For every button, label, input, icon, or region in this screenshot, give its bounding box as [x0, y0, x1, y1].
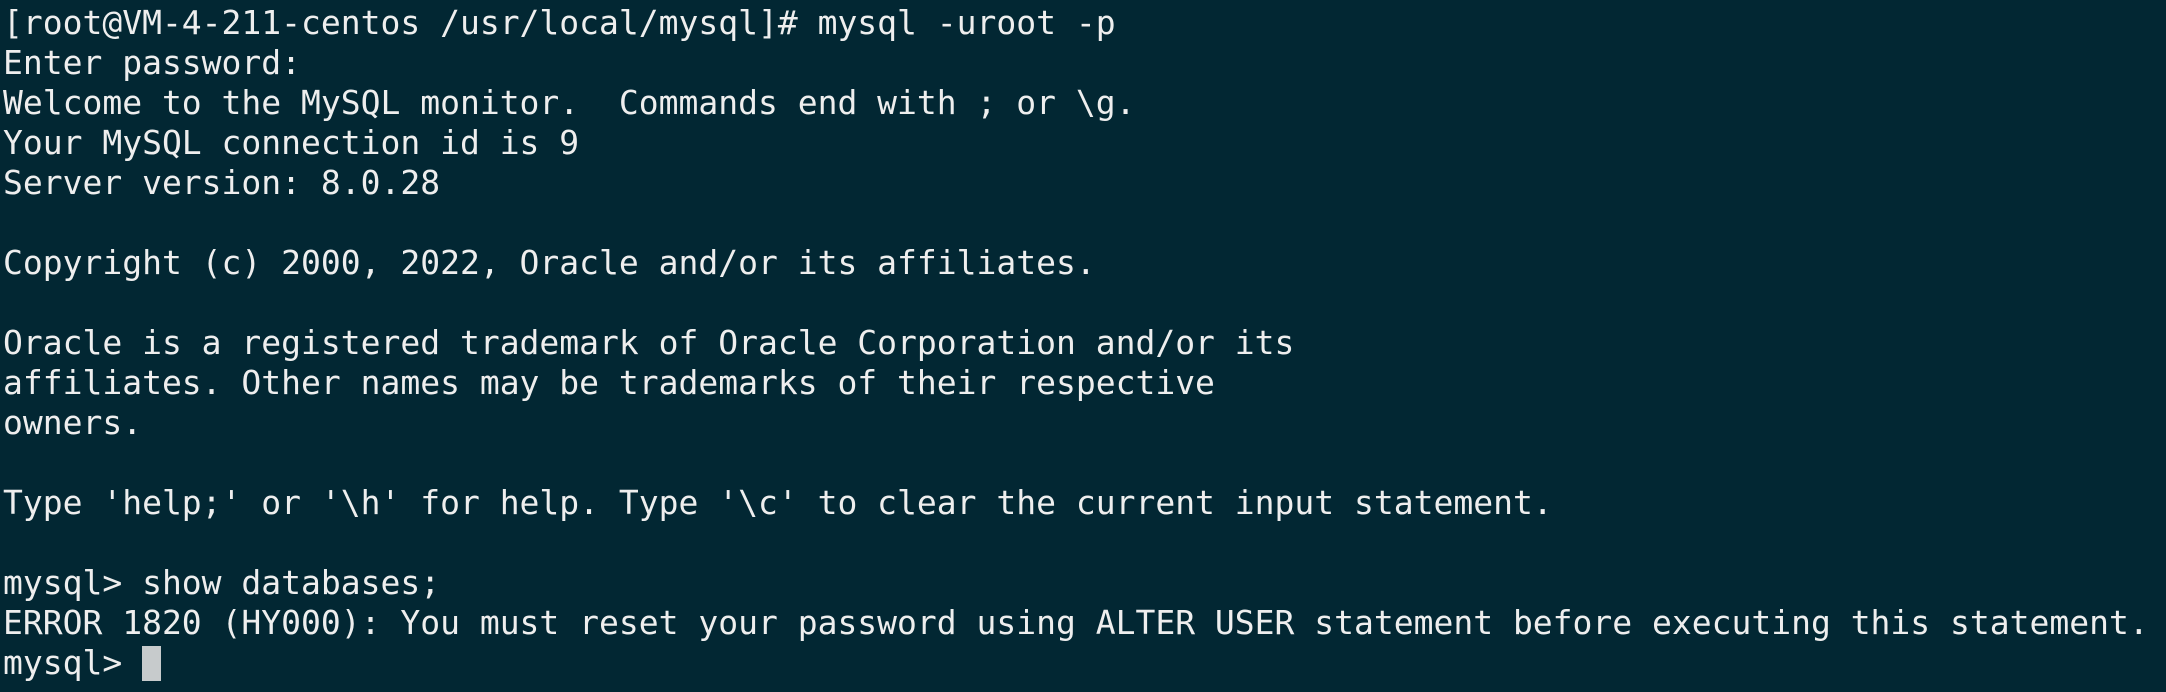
connection-id-line: Your MySQL connection id is 9 [3, 123, 580, 162]
terminal-window[interactable]: [root@VM-4-211-centos /usr/local/mysql]#… [0, 0, 2166, 692]
mysql-command-line: mysql> show databases; [3, 563, 441, 602]
welcome-line: Welcome to the MySQL monitor. Commands e… [3, 83, 1136, 122]
error-message-line: ERROR 1820 (HY000): You must reset your … [3, 603, 2149, 642]
help-hint-line: Type 'help;' or '\h' for help. Type '\c'… [3, 483, 1553, 522]
mysql-prompt: mysql> [3, 643, 143, 682]
trademark-line-2: affiliates. Other names may be trademark… [3, 363, 1215, 402]
password-prompt-line: Enter password: [3, 43, 302, 82]
trademark-line-1: Oracle is a registered trademark of Orac… [3, 323, 1295, 362]
trademark-line-3: owners. [3, 403, 143, 442]
copyright-line: Copyright (c) 2000, 2022, Oracle and/or … [3, 243, 1096, 282]
server-version-line: Server version: 8.0.28 [3, 163, 441, 202]
text-cursor [142, 646, 162, 681]
shell-command-line: [root@VM-4-211-centos /usr/local/mysql]#… [3, 3, 1116, 42]
active-prompt-line[interactable]: mysql> [3, 643, 2166, 683]
